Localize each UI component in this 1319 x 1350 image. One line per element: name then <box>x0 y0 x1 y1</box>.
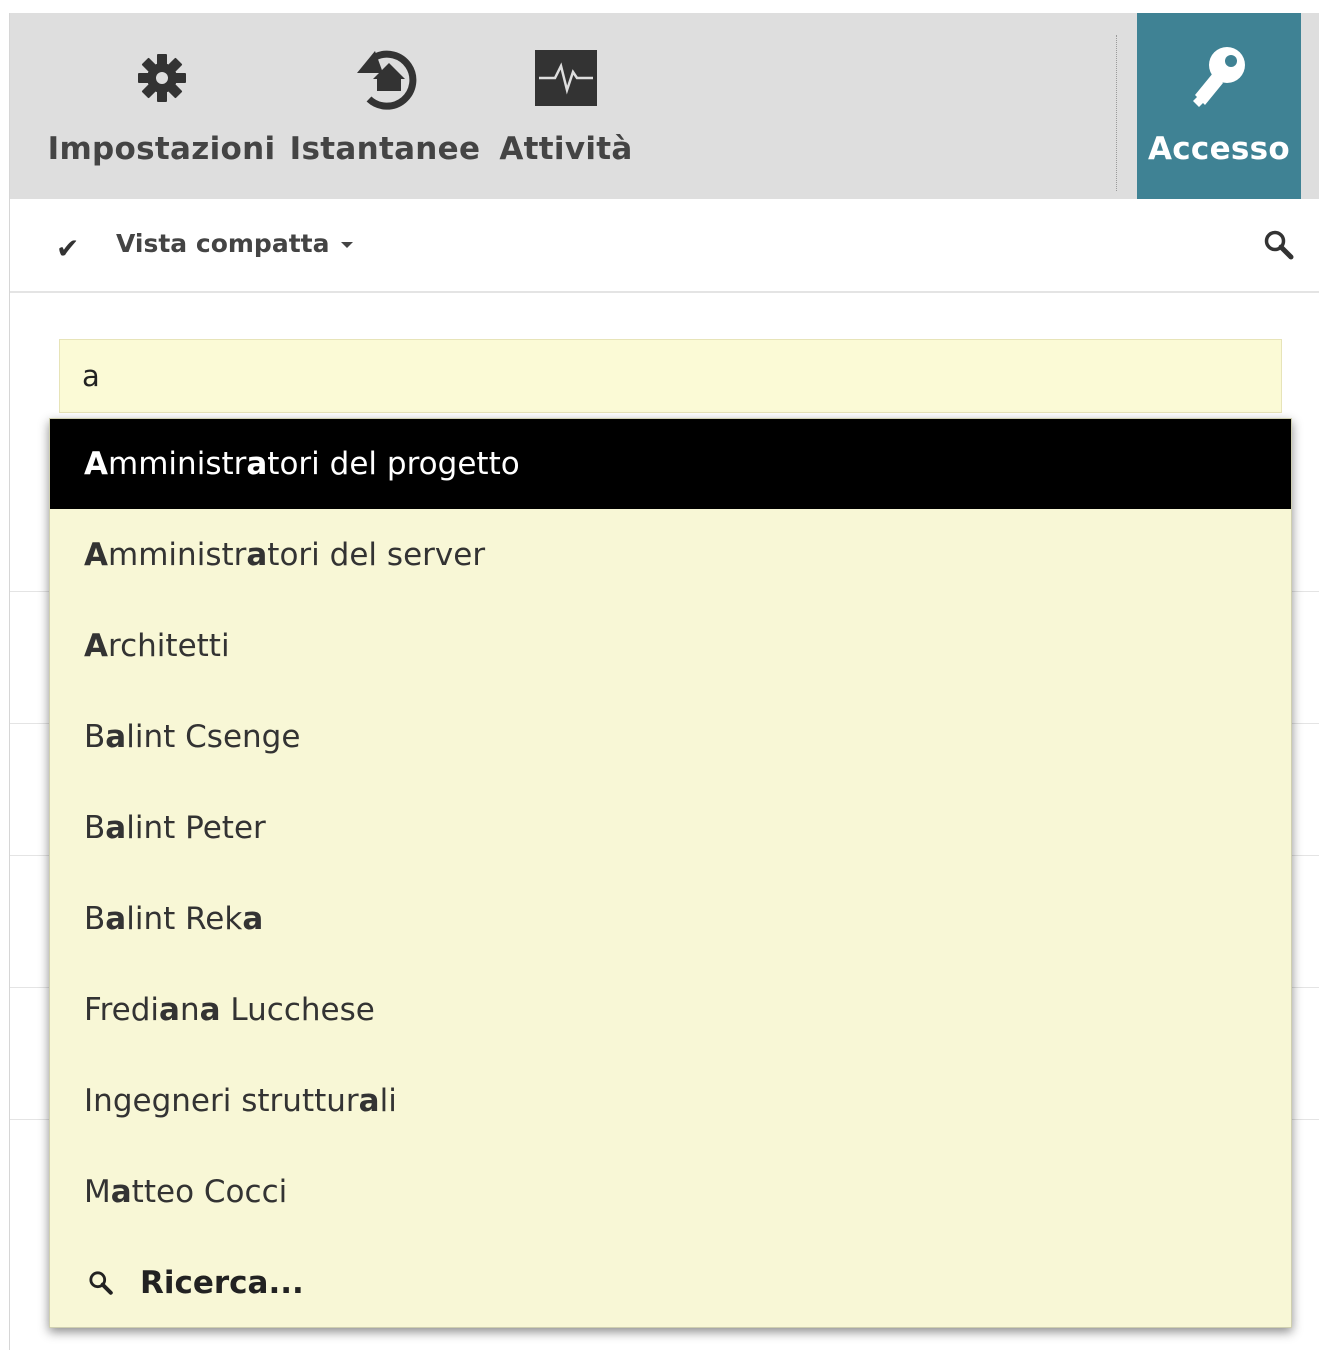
accesso-button[interactable]: Accesso <box>1137 13 1301 212</box>
dropdown-item[interactable]: Matteo Cocci <box>50 1146 1291 1237</box>
dropdown-item-label: Matteo Cocci <box>84 1173 288 1210</box>
toolbar-divider <box>1116 35 1117 191</box>
impostazioni-button[interactable]: Impostazioni <box>48 13 275 199</box>
view-options-bar: ✔ Vista compatta <box>10 199 1319 293</box>
search-icon <box>88 1270 114 1296</box>
dropdown-item-label: Balint Reka <box>84 900 264 937</box>
dropdown-item[interactable]: Amministratori del server <box>50 509 1291 600</box>
istantanee-button[interactable]: Istantanee <box>289 13 481 199</box>
history-home-icon <box>345 43 425 113</box>
check-icon: ✔ <box>56 232 80 265</box>
search-icon <box>1264 230 1294 260</box>
dropdown-item[interactable]: Amministratori del progetto <box>50 419 1291 509</box>
dropdown-item-label: Frediana Lucchese <box>84 991 375 1028</box>
dropdown-item-label: Balint Csenge <box>84 718 301 755</box>
accesso-label: Accesso <box>1147 131 1291 167</box>
dropdown-item[interactable]: Frediana Lucchese <box>50 964 1291 1055</box>
dropdown-item[interactable]: Ingegneri strutturali <box>50 1055 1291 1146</box>
user-search-input[interactable] <box>59 339 1282 413</box>
compact-view-dropdown[interactable]: Vista compatta <box>116 229 354 258</box>
attivita-label: Attività <box>499 131 633 167</box>
chevron-down-icon <box>341 241 354 248</box>
dropdown-item[interactable]: Balint Reka <box>50 873 1291 964</box>
dropdown-item-label: Amministratori del server <box>84 536 486 573</box>
dropdown-item[interactable]: Balint Csenge <box>50 691 1291 782</box>
dropdown-item-label: Architetti <box>84 627 230 664</box>
autocomplete-dropdown: Amministratori del progetto Amministrator… <box>49 418 1292 1328</box>
main-toolbar: Impostazioni Istantanee Attività Accesso <box>10 13 1319 212</box>
dropdown-item-label: Balint Peter <box>84 809 266 846</box>
dropdown-item-label: Ingegneri strutturali <box>84 1082 397 1119</box>
dropdown-item-label: Amministratori del progetto <box>84 446 520 482</box>
key-icon <box>1187 43 1251 113</box>
search-button[interactable] <box>1263 229 1295 265</box>
attivita-button[interactable]: Attività <box>499 13 633 199</box>
compact-view-label: Vista compatta <box>116 229 330 258</box>
dropdown-item[interactable]: Architetti <box>50 600 1291 691</box>
impostazioni-label: Impostazioni <box>47 131 276 167</box>
activity-monitor-icon <box>533 43 599 113</box>
dropdown-item[interactable]: Balint Peter <box>50 782 1291 873</box>
search-more-item[interactable]: Ricerca... <box>50 1237 1291 1328</box>
gear-icon <box>134 43 190 113</box>
istantanee-label: Istantanee <box>289 131 481 167</box>
search-more-label: Ricerca... <box>140 1264 304 1301</box>
